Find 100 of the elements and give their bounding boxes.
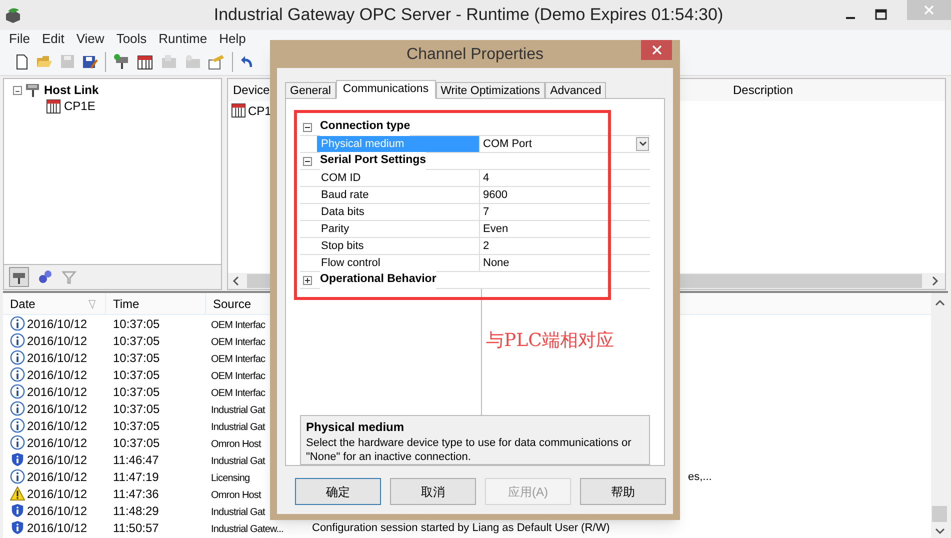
device-icon	[46, 98, 61, 114]
menu-item[interactable]: Tools	[110, 29, 153, 49]
undo-icon[interactable]	[240, 54, 252, 68]
table-cell: 11:50:57	[113, 520, 159, 534]
table-cell-text: 2016/10/12	[27, 350, 88, 366]
table-cell: 10:37:05	[113, 436, 160, 450]
dialog-button[interactable]: 确定	[295, 478, 381, 505]
menu-item[interactable]: View	[70, 29, 110, 49]
table-cell: 11:47:19	[113, 470, 159, 484]
add-channel-icon[interactable]	[113, 53, 130, 70]
info-icon	[10, 469, 25, 484]
table-cell: 11:47:36	[113, 486, 159, 500]
property-value[interactable]: COM Port	[483, 136, 532, 152]
table-cell: Industrial Gat	[211, 422, 265, 432]
property-name[interactable]: COM ID	[317, 170, 480, 186]
table-cell: Omron Host	[211, 490, 261, 500]
info-icon	[10, 350, 25, 365]
list-item[interactable]: CP1	[248, 102, 272, 120]
group-header[interactable]: Serial Port Settings	[320, 152, 426, 170]
info-icon	[10, 384, 25, 399]
info-icon	[10, 401, 25, 416]
tab[interactable]: Communications	[336, 80, 436, 99]
menu-item[interactable]: Runtime	[152, 29, 214, 49]
dialog-button[interactable]: 取消	[390, 478, 476, 505]
table-cell: Omron Host	[211, 438, 261, 450]
info-icon	[10, 333, 25, 348]
column-header[interactable]: Date	[10, 294, 36, 312]
property-name[interactable]: Stop bits	[317, 238, 480, 254]
tab[interactable]: General	[285, 82, 336, 99]
tab[interactable]: Advanced	[545, 82, 606, 99]
window-title: Industrial Gateway OPC Server - Runtime (Demo Expires 01:54:30)	[212, 4, 724, 26]
scroll-down-icon[interactable]	[934, 526, 944, 536]
table-cell: Industrial Gat	[211, 456, 265, 466]
property-value[interactable]: 4	[483, 170, 490, 186]
property-value[interactable]: 2	[483, 238, 490, 254]
project-view-button[interactable]	[9, 267, 29, 287]
table-cell: OEM Interfac	[211, 320, 266, 330]
shield-icon	[10, 520, 25, 535]
properties-icon[interactable]	[208, 54, 225, 70]
menu-item[interactable]: Edit	[36, 29, 70, 49]
caret-icon	[638, 141, 646, 147]
expander-icon[interactable]	[303, 276, 312, 284]
group-header[interactable]: Connection type	[320, 118, 410, 136]
close-icon	[652, 45, 662, 55]
table-cell-text: 2016/10/12	[27, 418, 88, 434]
table-cell-text: 2016/10/12	[27, 520, 88, 536]
table-cell-text: 2016/10/12	[27, 316, 88, 332]
property-name[interactable]: Parity	[317, 221, 480, 237]
table-cell: Licensing	[211, 472, 250, 484]
expander-icon[interactable]	[303, 122, 312, 132]
table-cell-text: 2016/10/12	[27, 468, 88, 486]
table-cell: 10:37:05	[113, 402, 160, 416]
table-cell: OEM Interfac	[211, 336, 266, 348]
column-header[interactable]: Source	[213, 294, 252, 312]
scroll-up-icon[interactable]	[934, 298, 944, 308]
table-cell-text: 2016/10/12	[27, 486, 88, 502]
maximize-icon[interactable]	[875, 9, 887, 21]
table-cell: OEM Interfac	[211, 388, 266, 398]
property-value[interactable]: 9600	[483, 186, 508, 204]
property-name[interactable]: Baud rate	[317, 187, 480, 203]
table-cell: Industrial Gatew...	[211, 524, 284, 534]
channel-icon	[25, 82, 41, 98]
table-cell: Industrial Gat	[211, 506, 265, 518]
column-header[interactable]: Description	[726, 81, 945, 99]
tree-item[interactable]: Host Link	[44, 81, 99, 99]
table-cell: 11:46:47	[113, 452, 159, 466]
table-cell: Configuration session started by Liang as Default User (R/W)	[312, 522, 610, 534]
dropdown-button[interactable]	[636, 137, 649, 151]
property-value[interactable]: None	[483, 254, 510, 272]
scroll-left-icon[interactable]	[231, 276, 241, 286]
annotation-note: 与PLC端相对应	[486, 329, 614, 353]
dialog-title: Channel Properties	[406, 45, 544, 65]
property-name[interactable]: Data bits	[317, 204, 480, 220]
table-cell: Industrial Gat	[211, 404, 265, 416]
tab[interactable]: Write Optimizations	[436, 82, 546, 99]
expander-icon[interactable]	[13, 86, 22, 94]
scroll-right-icon[interactable]	[930, 276, 940, 286]
expander-icon[interactable]	[303, 156, 312, 166]
table-cell-text: 2016/10/12	[27, 366, 88, 384]
add-device-icon[interactable]	[137, 54, 153, 70]
close-button[interactable]	[641, 40, 672, 60]
group-header[interactable]: Operational Behavior	[320, 271, 436, 289]
property-value[interactable]: Even	[483, 220, 508, 238]
table-cell-text: 2016/10/12	[27, 452, 88, 468]
scrollbar-thumb[interactable]	[932, 506, 947, 522]
new-file-icon[interactable]	[15, 54, 29, 70]
table-cell: 10:37:05	[113, 334, 160, 348]
dialog-button[interactable]: 帮助	[580, 478, 666, 505]
table-cell: 11:48:29	[113, 504, 159, 518]
save-as-icon[interactable]	[82, 54, 98, 70]
table-cell: 10:37:05	[113, 418, 160, 432]
column-header[interactable]: Time	[113, 294, 140, 312]
device-icon	[231, 103, 246, 118]
tree-item[interactable]: CP1E	[64, 97, 96, 115]
help-text: Select the hardware device type to use for data communications or "None" for an inactive connection.	[306, 436, 632, 464]
info-icon	[10, 418, 25, 433]
menu-item[interactable]: File	[3, 29, 36, 49]
property-value[interactable]: 7	[483, 204, 490, 220]
table-cell-text: 2016/10/12	[27, 332, 88, 350]
menu-item[interactable]: Help	[213, 29, 252, 49]
